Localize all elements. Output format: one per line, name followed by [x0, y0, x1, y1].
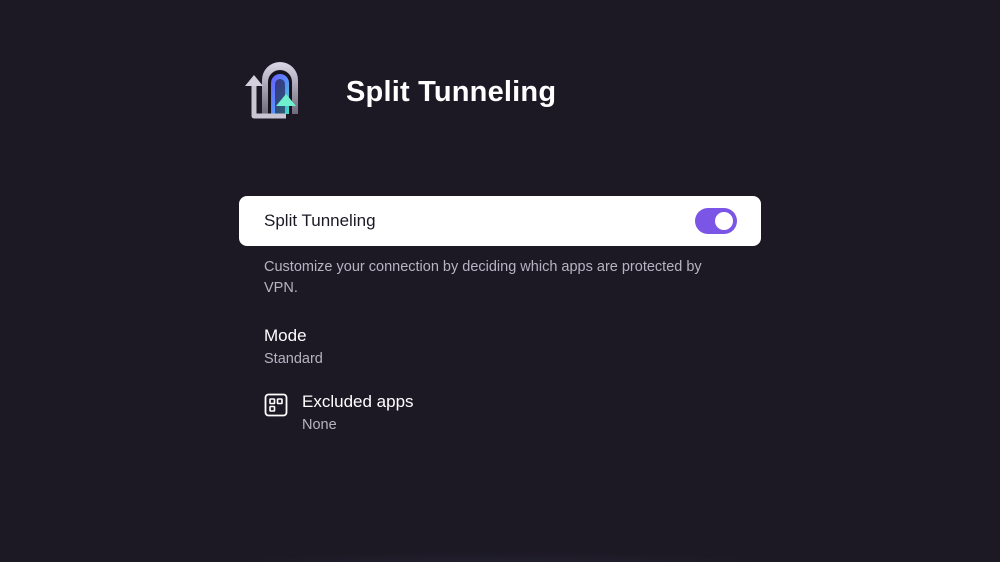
split-tunneling-switch[interactable]	[695, 208, 737, 234]
split-tunneling-toggle-label: Split Tunneling	[264, 211, 376, 230]
apps-grid-icon	[264, 393, 288, 417]
split-tunneling-screen: Split Tunneling Split Tunneling Customiz…	[0, 0, 1000, 562]
excluded-apps-value: None	[302, 417, 337, 433]
split-tunneling-toggle-row[interactable]: Split Tunneling	[239, 196, 761, 246]
mode-title: Mode	[264, 326, 307, 345]
mode-value: Standard	[264, 351, 323, 367]
page-title: Split Tunneling	[346, 75, 557, 108]
page-header: Split Tunneling	[240, 56, 556, 128]
split-tunneling-description: Customize your connection by deciding wh…	[264, 259, 702, 296]
excluded-apps-setting[interactable]: Excluded apps None	[264, 391, 414, 435]
mode-setting[interactable]: Mode Standard	[264, 325, 323, 369]
split-tunnel-icon	[245, 62, 298, 119]
switch-knob	[715, 212, 733, 230]
bottom-shadow	[200, 552, 800, 562]
excluded-apps-title: Excluded apps	[302, 392, 414, 411]
